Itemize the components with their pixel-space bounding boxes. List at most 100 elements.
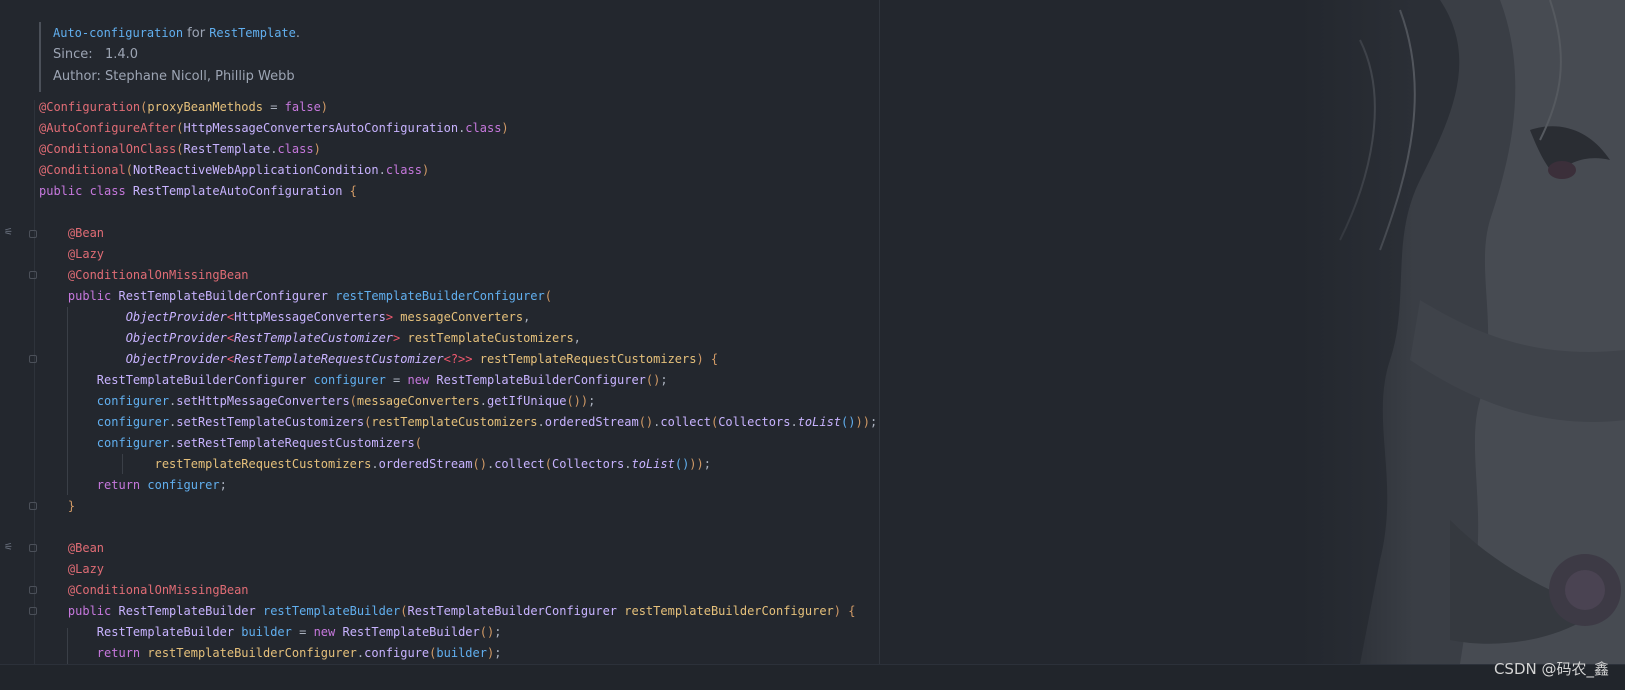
code-token: restTemplateBuilderConfigurer bbox=[335, 289, 545, 303]
code-token: configurer bbox=[313, 373, 386, 387]
code-token: restTemplateBuilder bbox=[262, 604, 401, 618]
code-token: )) bbox=[855, 415, 870, 429]
gutter-fold-line bbox=[34, 100, 35, 664]
code-token: Collectors bbox=[552, 457, 625, 471]
editor-gutter[interactable] bbox=[0, 0, 36, 664]
code-token: ; bbox=[494, 625, 502, 639]
code-token: RestTemplateRequestCustomizer bbox=[234, 352, 444, 366]
fold-toggle-icon[interactable] bbox=[29, 502, 37, 510]
code-token: @ConditionalOnMissingBean bbox=[67, 268, 249, 282]
fold-toggle-icon[interactable] bbox=[29, 586, 37, 594]
code-token: ( bbox=[176, 142, 184, 156]
code-line[interactable]: restTemplateRequestCustomizers.orderedSt… bbox=[39, 454, 877, 475]
code-line[interactable]: public RestTemplateBuilder restTemplateB… bbox=[39, 601, 877, 622]
code-token: , bbox=[523, 310, 531, 324]
code-line[interactable]: @Conditional(NotReactiveWebApplicationCo… bbox=[39, 160, 877, 181]
code-line[interactable]: public class RestTemplateAutoConfigurati… bbox=[39, 181, 877, 202]
code-token: () bbox=[841, 415, 856, 429]
code-token: false bbox=[284, 100, 321, 114]
code-token: ) bbox=[313, 142, 321, 156]
code-token: class bbox=[465, 121, 502, 135]
code-token: setHttpMessageConverters bbox=[176, 394, 350, 408]
code-token: RestTemplateAutoConfiguration bbox=[132, 184, 350, 198]
javadoc-class-link[interactable]: RestTemplate bbox=[209, 26, 296, 40]
code-line[interactable]: ObjectProvider<RestTemplateRequestCustom… bbox=[39, 349, 877, 370]
bean-gutter-icon[interactable]: ⚟ bbox=[4, 228, 14, 238]
code-token: ) { bbox=[833, 604, 856, 618]
code-token: ; bbox=[219, 478, 227, 492]
code-token: = bbox=[262, 100, 285, 114]
code-token: restTemplateCustomizers bbox=[371, 415, 538, 429]
code-token: )) bbox=[689, 457, 704, 471]
code-token: collect bbox=[494, 457, 545, 471]
code-line[interactable]: @Lazy bbox=[39, 559, 877, 580]
code-token: new bbox=[313, 625, 343, 639]
code-line[interactable]: RestTemplateBuilder builder = new RestTe… bbox=[39, 622, 877, 643]
code-token: RestTemplateBuilder bbox=[342, 625, 480, 639]
code-lines[interactable]: @Configuration(proxyBeanMethods = false)… bbox=[39, 97, 877, 664]
code-token: () bbox=[674, 457, 690, 471]
fold-toggle-icon[interactable] bbox=[29, 271, 37, 279]
code-token: () bbox=[472, 457, 487, 471]
code-token: @ConditionalOnMissingBean bbox=[67, 583, 249, 597]
code-token: ) { bbox=[696, 352, 719, 366]
code-token: @Bean bbox=[67, 541, 105, 555]
code-token: toList bbox=[797, 415, 842, 429]
code-editor[interactable]: ⚟ ⚟ Auto-configuration for RestTemplate.… bbox=[0, 0, 1625, 664]
code-token: ObjectProvider bbox=[125, 331, 227, 345]
code-token: @Configuration bbox=[39, 100, 141, 114]
code-line[interactable]: configurer. setHttpMessageConverters(mess… bbox=[39, 391, 877, 412]
code-token: } bbox=[67, 499, 76, 513]
code-token: new bbox=[407, 373, 437, 387]
code-token: restTemplateCustomizers bbox=[407, 331, 574, 345]
code-line[interactable]: RestTemplateBuilderConfigurer configurer… bbox=[39, 370, 877, 391]
code-line[interactable]: @ConditionalOnClass(RestTemplate.class) bbox=[39, 139, 877, 160]
code-line[interactable]: @ConditionalOnMissingBean bbox=[39, 265, 877, 286]
code-token: restTemplateRequestCustomizers bbox=[154, 457, 372, 471]
code-line[interactable]: @AutoConfigureAfter(HttpMessageConverter… bbox=[39, 118, 877, 139]
code-line[interactable]: configurer.setRestTemplateCustomizers(re… bbox=[39, 412, 877, 433]
javadoc-link[interactable]: Auto-configuration bbox=[53, 26, 183, 40]
code-line[interactable]: } bbox=[39, 496, 877, 517]
code-line[interactable]: ObjectProvider<RestTemplateCustomizer> r… bbox=[39, 328, 877, 349]
code-token: < bbox=[226, 310, 235, 324]
fold-toggle-icon[interactable] bbox=[29, 230, 37, 238]
code-line[interactable]: @ConditionalOnMissingBean bbox=[39, 580, 877, 601]
code-line[interactable]: @Bean bbox=[39, 223, 877, 244]
code-line[interactable]: public RestTemplateBuilderConfigurer res… bbox=[39, 286, 877, 307]
code-line[interactable]: @Bean bbox=[39, 538, 877, 559]
code-token: collect bbox=[660, 415, 711, 429]
code-token: RestTemplateBuilderConfigurer bbox=[407, 604, 625, 618]
code-token: class bbox=[277, 142, 314, 156]
fold-toggle-icon[interactable] bbox=[29, 607, 37, 615]
code-token: <?>> bbox=[443, 352, 480, 366]
code-token: ObjectProvider bbox=[125, 310, 227, 324]
code-line[interactable]: return restTemplateBuilderConfigurer.con… bbox=[39, 643, 877, 664]
code-line[interactable]: @Configuration(proxyBeanMethods = false) bbox=[39, 97, 877, 118]
code-token: ) bbox=[421, 163, 430, 177]
code-token: Collectors bbox=[718, 415, 791, 429]
code-line[interactable]: configurer.setRestTemplateRequestCustomi… bbox=[39, 433, 877, 454]
code-token: () bbox=[638, 415, 654, 429]
bean-gutter-icon[interactable]: ⚟ bbox=[4, 543, 14, 553]
code-line[interactable]: @Lazy bbox=[39, 244, 877, 265]
code-token: () bbox=[479, 625, 495, 639]
code-line[interactable] bbox=[39, 202, 877, 223]
code-token: > bbox=[385, 310, 401, 324]
fold-toggle-icon[interactable] bbox=[29, 355, 37, 363]
code-line[interactable]: ObjectProvider<HttpMessageConverters> me… bbox=[39, 307, 877, 328]
fold-toggle-icon[interactable] bbox=[29, 544, 37, 552]
code-token: public class bbox=[39, 184, 133, 198]
code-token: configurer bbox=[96, 394, 170, 408]
status-bar bbox=[0, 664, 1625, 690]
code-token: ; bbox=[703, 457, 711, 471]
code-line[interactable] bbox=[39, 517, 877, 538]
code-line[interactable]: return configurer; bbox=[39, 475, 877, 496]
